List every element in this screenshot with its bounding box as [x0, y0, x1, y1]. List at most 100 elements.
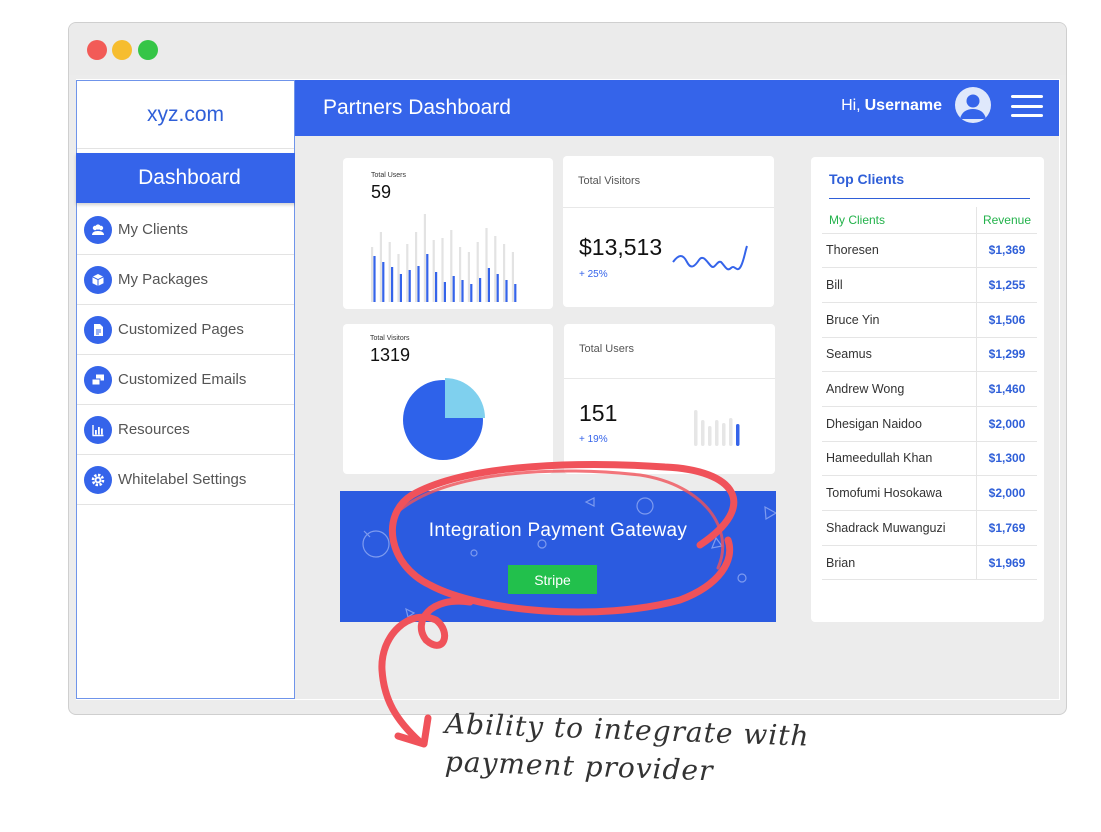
stripe-button[interactable]: Stripe: [508, 565, 597, 594]
visitors-sparkline: [672, 245, 748, 271]
greeting-text: Hi,: [841, 97, 861, 114]
emails-icon: [84, 365, 112, 394]
panel-title: Top Clients: [829, 171, 905, 187]
column-header-revenue: Revenue: [976, 207, 1037, 234]
client-name: Hameedullah Khan: [822, 441, 977, 477]
table-row[interactable]: Seamus $1,299: [822, 337, 1037, 373]
table-row[interactable]: Bill $1,255: [822, 267, 1037, 303]
client-name: Thoresen: [822, 233, 977, 269]
chart-bar-bg: [397, 254, 400, 302]
chart-bar: [487, 268, 490, 302]
chart-bar-bg: [415, 232, 418, 302]
arrow-head-icon: [394, 714, 432, 748]
visitors-pie-card: Total Visitors 1319: [343, 324, 553, 474]
browser-window: xyz.com Dashboard My Clients My Packages…: [68, 22, 1067, 715]
users-icon: [84, 215, 112, 244]
sidebar-item-customized-emails[interactable]: Customized Emails: [77, 355, 294, 405]
card-value: 151: [579, 400, 618, 426]
username-label[interactable]: Username: [865, 97, 942, 115]
sidebar-item-resources[interactable]: Resources: [77, 405, 294, 455]
gateway-title: Integration Payment Gateway: [428, 520, 688, 541]
page-title: Partners Dashboard: [323, 96, 511, 119]
chart-bar-bg: [485, 228, 488, 302]
client-revenue: $1,969: [976, 545, 1037, 581]
top-clients-table: My Clients Revenue Thoresen $1,369 Bill $1,…: [822, 207, 1037, 581]
table-row[interactable]: Hameedullah Khan $1,300: [822, 441, 1037, 477]
table-row[interactable]: Thoresen $1,369: [822, 233, 1037, 269]
chart-bar-bg: [503, 244, 506, 302]
chart-bar-bg: [423, 214, 426, 302]
chart-bar-bg: [388, 242, 391, 302]
avatar[interactable]: [955, 87, 991, 123]
app-viewport: xyz.com Dashboard My Clients My Packages…: [76, 79, 1060, 700]
chart-icon: [84, 415, 112, 444]
sidebar-item-label: Whitelabel Settings: [118, 471, 247, 488]
minimize-window-button[interactable]: [112, 40, 132, 60]
chart-bar: [496, 274, 499, 302]
sidebar: xyz.com Dashboard My Clients My Packages…: [76, 80, 303, 699]
close-window-button[interactable]: [87, 40, 107, 60]
chart-bar: [452, 276, 455, 302]
visitors-pie-chart: [403, 378, 485, 460]
sidebar-item-label: Customized Pages: [118, 321, 244, 338]
sidebar-item-my-clients[interactable]: My Clients: [77, 205, 294, 255]
user-avatar-icon: [960, 94, 986, 119]
annotation-note: Ability to integrate with payment provid…: [444, 700, 810, 787]
chart-bar: [426, 254, 429, 302]
chart-bar-bg: [379, 232, 382, 302]
chart-bar: [391, 267, 394, 302]
chart-bar: [435, 272, 438, 302]
client-revenue: $1,300: [976, 441, 1037, 477]
column-header-client: My Clients: [822, 207, 977, 234]
page-icon: [84, 315, 112, 344]
table-row[interactable]: Dhesigan Naidoo $2,000: [822, 406, 1037, 442]
table-row[interactable]: Brian $1,969: [822, 545, 1037, 581]
table-row[interactable]: Andrew Wong $1,460: [822, 371, 1037, 407]
sidebar-item-customized-pages[interactable]: Customized Pages: [77, 305, 294, 355]
sidebar-item-label: Customized Emails: [118, 371, 247, 388]
card-title: Total Visitors: [370, 335, 410, 342]
chart-bar: [417, 266, 420, 302]
chart-bar: [382, 262, 385, 302]
chart-bar-bg: [371, 247, 374, 302]
total-visitors-card: Total Visitors $13,513 + 25%: [563, 156, 774, 307]
window-titlebar: [69, 23, 1066, 75]
site-logo[interactable]: xyz.com: [77, 81, 294, 149]
client-revenue: $1,506: [976, 302, 1037, 338]
chart-bar: [373, 256, 376, 302]
client-name: Bill: [822, 267, 977, 303]
client-revenue: $1,769: [976, 510, 1037, 546]
package-icon: [84, 265, 112, 294]
chart-bar-bg: [511, 252, 514, 302]
chart-bar-bg: [406, 244, 409, 302]
client-revenue: $2,000: [976, 475, 1037, 511]
sidebar-item-my-packages[interactable]: My Packages: [77, 255, 294, 305]
chart-bar: [443, 282, 446, 302]
payment-gateway-banner: Integration Payment Gateway Stripe: [340, 491, 776, 622]
sidebar-item-label: Resources: [118, 421, 190, 438]
card-title: Total Users: [564, 324, 775, 379]
table-row[interactable]: Bruce Yin $1,506: [822, 302, 1037, 338]
card-value: $13,513: [579, 234, 663, 260]
table-row[interactable]: Tomofumi Hosokawa $2,000: [822, 475, 1037, 511]
maximize-window-button[interactable]: [138, 40, 158, 60]
client-name: Andrew Wong: [822, 371, 977, 407]
sidebar-item-label: My Clients: [118, 221, 189, 238]
client-name: Bruce Yin: [822, 302, 977, 338]
card-value: 1319: [370, 345, 411, 365]
table-row[interactable]: Shadrack Muwanguzi $1,769: [822, 510, 1037, 546]
gear-icon: [84, 465, 112, 494]
chart-bar-bg: [450, 230, 453, 302]
user-greeting: Hi, Username: [841, 80, 942, 132]
hamburger-menu-icon[interactable]: [1011, 95, 1043, 117]
banner-decoration: [362, 497, 776, 618]
pie-slice-secondary: [445, 378, 485, 418]
total-users-card: Total Users 59: [343, 158, 553, 309]
sidebar-item-whitelabel-settings[interactable]: Whitelabel Settings: [77, 455, 294, 505]
sidebar-item-dashboard[interactable]: Dashboard: [76, 153, 303, 203]
client-revenue: $2,000: [976, 406, 1037, 442]
top-navbar: Partners Dashboard Hi, Username: [295, 80, 1059, 136]
client-name: Seamus: [822, 337, 977, 373]
sidebar-item-label: My Packages: [118, 271, 209, 288]
chart-bar-bg: [476, 242, 479, 302]
